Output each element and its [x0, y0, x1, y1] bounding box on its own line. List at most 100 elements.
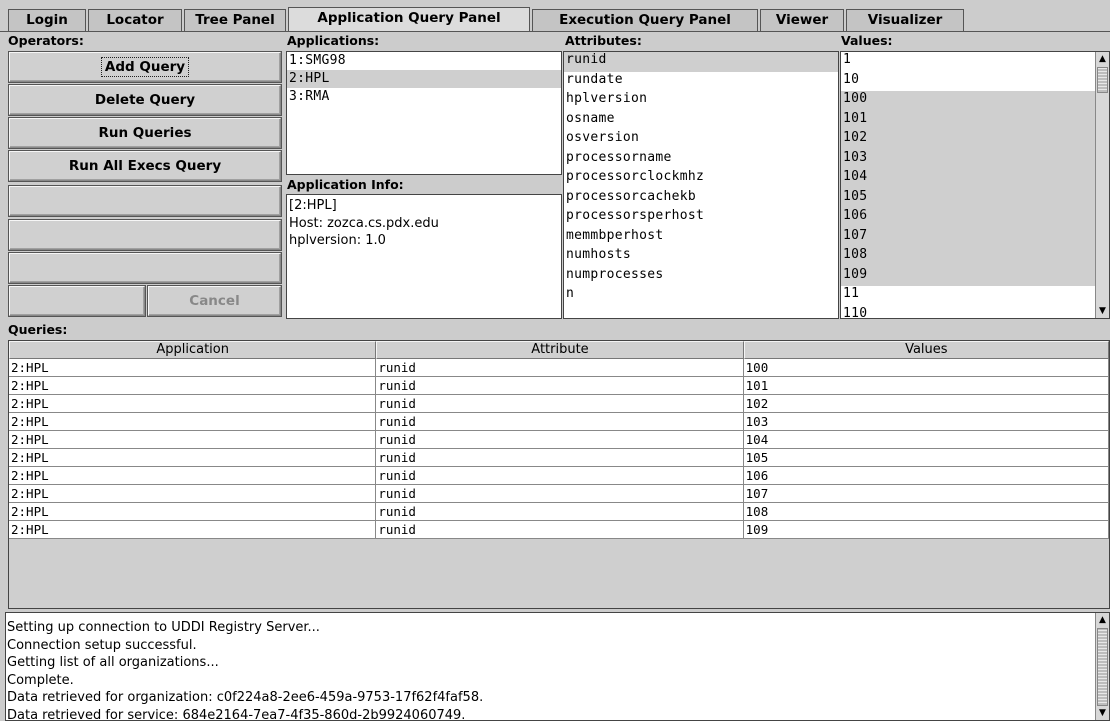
scroll-up-icon[interactable]: ▲ — [1096, 613, 1109, 627]
table-cell-values[interactable]: 107 — [743, 485, 1109, 503]
attribute-item[interactable]: osversion — [564, 130, 838, 150]
value-item[interactable]: 1 — [841, 52, 1109, 72]
table-cell-application[interactable]: 2:HPL — [9, 467, 377, 485]
table-cell-values[interactable]: 104 — [743, 431, 1109, 449]
table-row[interactable]: 2:HPL runid 108 — [9, 503, 1109, 521]
table-cell-attribute[interactable]: runid — [376, 521, 744, 539]
tab-viewer[interactable]: Viewer — [760, 9, 844, 31]
table-row[interactable]: 2:HPL runid 105 — [9, 449, 1109, 467]
tab-execution-query-panel[interactable]: Execution Query Panel — [532, 9, 758, 31]
attribute-item[interactable]: runid — [564, 52, 838, 72]
table-cell-application[interactable]: 2:HPL — [9, 413, 377, 431]
scroll-down-icon[interactable]: ▼ — [1096, 706, 1109, 720]
blank-button-2[interactable] — [9, 220, 281, 250]
application-item[interactable]: 1:SMG98 — [287, 52, 561, 70]
table-cell-attribute[interactable]: runid — [376, 413, 744, 431]
values-scrollbar[interactable]: ▲ ▼ — [1095, 52, 1109, 318]
table-cell-values[interactable]: 100 — [743, 359, 1109, 377]
attribute-item[interactable]: processorname — [564, 150, 838, 170]
table-cell-values[interactable]: 105 — [743, 449, 1109, 467]
attribute-item[interactable]: memmbperhost — [564, 228, 838, 248]
value-item[interactable]: 101 — [841, 110, 1109, 130]
attribute-item[interactable]: osname — [564, 111, 838, 131]
table-cell-values[interactable]: 102 — [743, 395, 1109, 413]
table-cell-application[interactable]: 2:HPL — [9, 431, 377, 449]
value-item[interactable]: 106 — [841, 208, 1109, 228]
value-item[interactable]: 107 — [841, 227, 1109, 247]
table-cell-attribute[interactable]: runid — [376, 485, 744, 503]
add-query-button[interactable]: Add Query — [9, 52, 281, 82]
tab-locator[interactable]: Locator — [88, 9, 182, 31]
table-cell-values[interactable]: 109 — [743, 521, 1109, 539]
scroll-thumb[interactable] — [1097, 67, 1108, 93]
table-cell-application[interactable]: 2:HPL — [9, 359, 377, 377]
table-cell-values[interactable]: 103 — [743, 413, 1109, 431]
queries-table[interactable]: Application Attribute Values 2:HPL runid 1… — [8, 340, 1110, 609]
log-scrollbar[interactable]: ▲ ▼ — [1095, 613, 1109, 720]
value-item[interactable]: 105 — [841, 188, 1109, 208]
tab-tree-panel[interactable]: Tree Panel — [184, 9, 286, 31]
value-item[interactable]: 109 — [841, 266, 1109, 286]
log-panel[interactable]: Setting up connection to UDDI Registry S… — [5, 612, 1110, 721]
value-item[interactable]: 10 — [841, 72, 1109, 92]
values-list[interactable]: 1 10 100 101 102 103 104 105 106 107 108… — [840, 51, 1110, 319]
table-row[interactable]: 2:HPL runid 100 — [9, 359, 1109, 377]
attribute-item[interactable]: processorcachekb — [564, 189, 838, 209]
table-row[interactable]: 2:HPL runid 107 — [9, 485, 1109, 503]
attributes-list[interactable]: runid rundate hplversion osname osversio… — [563, 51, 839, 319]
scroll-thumb[interactable] — [1097, 628, 1108, 706]
column-header-attribute[interactable]: Attribute — [376, 341, 744, 359]
table-row[interactable]: 2:HPL runid 101 — [9, 377, 1109, 395]
table-cell-values[interactable]: 106 — [743, 467, 1109, 485]
table-cell-values[interactable]: 108 — [743, 503, 1109, 521]
table-cell-values[interactable]: 101 — [743, 377, 1109, 395]
table-row[interactable]: 2:HPL runid 104 — [9, 431, 1109, 449]
attribute-item[interactable]: n — [564, 286, 838, 306]
table-cell-attribute[interactable]: runid — [376, 377, 744, 395]
value-item[interactable]: 110 — [841, 306, 1109, 319]
blank-button-3[interactable] — [9, 253, 281, 283]
applications-list[interactable]: 1:SMG98 2:HPL 3:RMA — [286, 51, 562, 175]
value-item[interactable]: 104 — [841, 169, 1109, 189]
delete-query-button[interactable]: Delete Query — [9, 85, 281, 115]
table-cell-attribute[interactable]: runid — [376, 467, 744, 485]
run-queries-button[interactable]: Run Queries — [9, 118, 281, 148]
attribute-item[interactable]: rundate — [564, 72, 838, 92]
column-header-values[interactable]: Values — [743, 341, 1109, 359]
column-header-application[interactable]: Application — [9, 341, 377, 359]
scroll-up-icon[interactable]: ▲ — [1096, 52, 1109, 66]
table-cell-application[interactable]: 2:HPL — [9, 395, 377, 413]
application-item[interactable]: 3:RMA — [287, 88, 561, 106]
blank-button-1[interactable] — [9, 186, 281, 216]
value-item[interactable]: 11 — [841, 286, 1109, 306]
table-row[interactable]: 2:HPL runid 103 — [9, 413, 1109, 431]
blank-button-4[interactable] — [9, 286, 145, 316]
table-cell-attribute[interactable]: runid — [376, 503, 744, 521]
table-row[interactable]: 2:HPL runid 109 — [9, 521, 1109, 539]
tab-visualizer[interactable]: Visualizer — [846, 9, 964, 31]
attribute-item[interactable]: hplversion — [564, 91, 838, 111]
table-cell-attribute[interactable]: runid — [376, 431, 744, 449]
tab-login[interactable]: Login — [8, 9, 86, 31]
table-cell-application[interactable]: 2:HPL — [9, 449, 377, 467]
table-cell-attribute[interactable]: runid — [376, 359, 744, 377]
table-cell-application[interactable]: 2:HPL — [9, 485, 377, 503]
run-all-execs-query-button[interactable]: Run All Execs Query — [9, 151, 281, 181]
cancel-button[interactable]: Cancel — [148, 286, 281, 316]
table-cell-attribute[interactable]: runid — [376, 395, 744, 413]
value-item[interactable]: 100 — [841, 91, 1109, 111]
application-item[interactable]: 2:HPL — [287, 70, 561, 88]
attribute-item[interactable]: processorsperhost — [564, 208, 838, 228]
value-item[interactable]: 108 — [841, 247, 1109, 267]
table-cell-application[interactable]: 2:HPL — [9, 503, 377, 521]
table-row[interactable]: 2:HPL runid 102 — [9, 395, 1109, 413]
attribute-item[interactable]: numprocesses — [564, 267, 838, 287]
value-item[interactable]: 103 — [841, 149, 1109, 169]
table-cell-attribute[interactable]: runid — [376, 449, 744, 467]
table-row[interactable]: 2:HPL runid 106 — [9, 467, 1109, 485]
scroll-down-icon[interactable]: ▼ — [1096, 304, 1109, 318]
value-item[interactable]: 102 — [841, 130, 1109, 150]
attribute-item[interactable]: processorclockmhz — [564, 169, 838, 189]
attribute-item[interactable]: numhosts — [564, 247, 838, 267]
table-cell-application[interactable]: 2:HPL — [9, 521, 377, 539]
